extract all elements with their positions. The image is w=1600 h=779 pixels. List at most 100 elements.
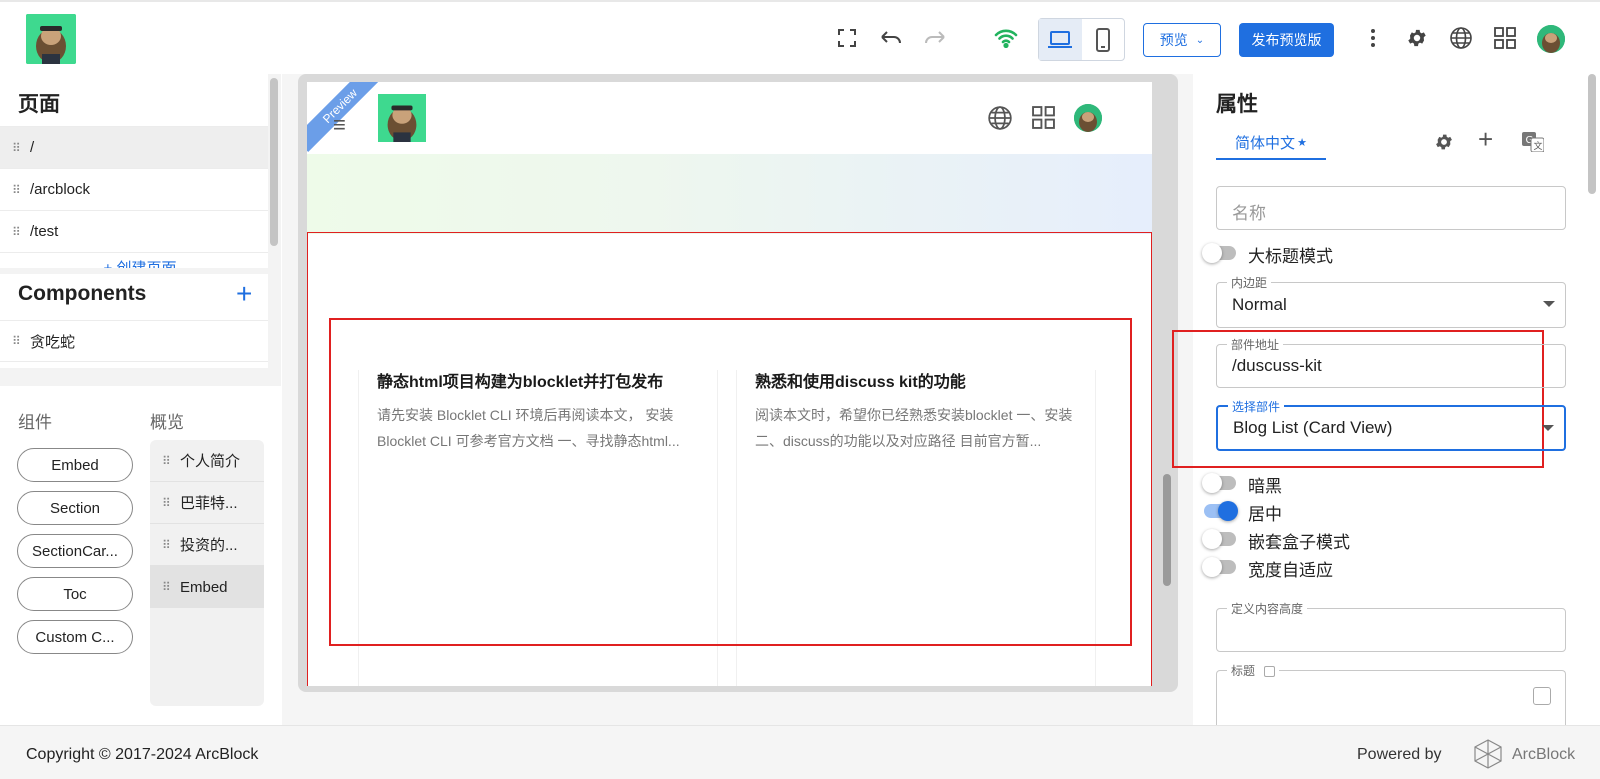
footer: Copyright © 2017-2024 ArcBlock Powered b… — [0, 725, 1600, 779]
settings-gear-icon[interactable] — [1403, 24, 1431, 52]
left-sidebar: 页面 ⠿ / ⠿ /arcblock ⠿ /test + 创建页面 Compon… — [0, 74, 281, 725]
auto-width-toggle[interactable] — [1202, 557, 1236, 577]
add-component-icon[interactable]: + — [236, 278, 252, 310]
name-input[interactable]: 名称 — [1216, 186, 1566, 230]
page-path: /test — [30, 223, 59, 240]
arcblock-brand-text: ArcBlock — [1512, 746, 1576, 763]
drag-handle-icon[interactable]: ⠿ — [162, 454, 180, 468]
nested-box-mode-toggle[interactable] — [1202, 529, 1236, 549]
heading-label-text: 标题 — [1231, 664, 1256, 678]
padding-value: Normal — [1232, 295, 1287, 314]
dark-mode-label: 暗黑 — [1248, 477, 1282, 496]
pages-scrollbar[interactable] — [270, 78, 278, 246]
overview-item[interactable]: ⠿ Embed — [150, 566, 264, 608]
apps-grid-icon[interactable] — [1491, 24, 1519, 52]
select-component-value: Blog List (Card View) — [1233, 418, 1393, 437]
dropdown-arrow-icon — [1543, 301, 1555, 307]
component-name: 贪吃蛇 — [30, 333, 76, 351]
components-title: Components — [18, 282, 147, 305]
component-path-value: /duscuss-kit — [1232, 356, 1322, 375]
component-path-label: 部件地址 — [1227, 336, 1284, 353]
component-item[interactable]: ⠿ 贪吃蛇 — [0, 320, 268, 362]
page-item-test[interactable]: ⠿ /test — [0, 210, 268, 252]
properties-scrollbar[interactable] — [1588, 74, 1596, 194]
preview-select[interactable]: 预览 ⌄ — [1143, 23, 1221, 57]
pages-title: 页面 — [18, 93, 60, 116]
drag-handle-icon[interactable]: ⠿ — [162, 496, 180, 510]
center-label: 居中 — [1248, 505, 1282, 524]
drag-handle-icon[interactable]: ⠿ — [162, 538, 180, 552]
select-component-dropdown[interactable]: 选择部件 Blog List (Card View) — [1216, 398, 1566, 451]
component-chip[interactable]: Section — [17, 491, 133, 525]
big-title-mode-label: 大标题模式 — [1248, 247, 1333, 266]
overview-item[interactable]: ⠿ 投资的... — [150, 524, 264, 566]
center-toggle[interactable] — [1204, 501, 1238, 521]
site-logo[interactable] — [378, 94, 426, 142]
component-chip[interactable]: Embed — [17, 448, 133, 482]
arcblock-logo-icon[interactable] — [1472, 738, 1504, 775]
create-page-button[interactable]: + 创建页面 — [0, 252, 268, 268]
pages-panel: 页面 ⠿ / ⠿ /arcblock ⠿ /test + 创建页面 — [0, 74, 268, 268]
drag-handle-icon[interactable]: ⠿ — [12, 334, 30, 348]
component-chip[interactable]: SectionCar... — [17, 534, 133, 568]
big-title-mode-toggle[interactable] — [1202, 243, 1236, 263]
dropdown-arrow-icon — [1542, 425, 1554, 431]
chevron-down-icon: ⌄ — [1195, 34, 1205, 46]
nested-box-mode-label: 嵌套盒子模式 — [1248, 533, 1350, 552]
content-height-input[interactable]: 定义内容高度 — [1216, 600, 1566, 652]
powered-by-text: Powered by — [1357, 746, 1442, 763]
name-placeholder: 名称 — [1232, 204, 1266, 223]
page-item-arcblock[interactable]: ⠿ /arcblock — [0, 168, 268, 210]
language-settings-gear-icon[interactable] — [1434, 132, 1454, 157]
site-globe-icon[interactable] — [987, 105, 1013, 136]
drag-handle-icon[interactable]: ⠿ — [162, 580, 180, 594]
mobile-view-button[interactable] — [1082, 19, 1125, 60]
library-panel: 组件 概览 Embed Section SectionCar... Toc Cu… — [0, 386, 281, 725]
undo-icon[interactable] — [877, 24, 905, 52]
redo-icon[interactable] — [921, 24, 949, 52]
more-vertical-icon[interactable] — [1359, 24, 1387, 52]
padding-select[interactable]: 内边距 Normal — [1216, 274, 1566, 328]
app-logo[interactable] — [26, 14, 76, 64]
site-apps-grid-icon[interactable] — [1032, 106, 1055, 134]
desktop-view-button[interactable] — [1039, 19, 1082, 60]
overview-item[interactable]: ⠿ 巴菲特... — [150, 482, 264, 524]
canvas-scrollbar[interactable] — [1163, 474, 1171, 586]
heading-checkbox[interactable] — [1264, 666, 1276, 678]
globe-icon[interactable] — [1447, 24, 1475, 52]
properties-title: 属性 — [1216, 93, 1258, 116]
overview-item[interactable]: ⠿ 个人简介 — [150, 440, 264, 482]
overview-item-label: 个人简介 — [180, 453, 241, 470]
add-language-icon[interactable]: + — [1478, 124, 1493, 155]
translate-icon[interactable]: G文 — [1522, 132, 1545, 157]
page-list: ⠿ / ⠿ /arcblock ⠿ /test + 创建页面 — [0, 126, 268, 268]
library-tab-overview[interactable]: 概览 — [150, 408, 184, 433]
drag-handle-icon[interactable]: ⠿ — [12, 183, 30, 197]
create-page-label: + 创建页面 — [104, 257, 177, 268]
user-avatar[interactable] — [1537, 25, 1565, 53]
auto-width-label: 宽度自适应 — [1248, 561, 1333, 580]
dark-mode-toggle[interactable] — [1202, 473, 1236, 493]
language-tab[interactable]: 简体中文 ★ — [1216, 126, 1326, 160]
page-item-root[interactable]: ⠿ / — [0, 126, 268, 168]
device-toggle — [1038, 18, 1125, 61]
component-path-input[interactable]: 部件地址 /duscuss-kit — [1216, 336, 1566, 388]
component-chip[interactable]: Custom C... — [17, 620, 133, 654]
component-chip[interactable]: Toc — [17, 577, 133, 611]
drag-handle-icon[interactable]: ⠿ — [12, 225, 30, 239]
component-chip-list: Embed Section SectionCar... Toc Custom C… — [17, 448, 133, 654]
editor-canvas-area: Preview ≡ 静态html项目构建为blocklet并打包发布 请先安装 … — [282, 74, 1193, 725]
ai-chip-icon[interactable] — [1533, 687, 1551, 705]
overview-item-label: 投资的... — [180, 537, 238, 554]
language-tab-label: 简体中文 — [1235, 134, 1296, 152]
hamburger-menu-icon[interactable]: ≡ — [333, 112, 346, 138]
library-tab-components[interactable]: 组件 — [18, 408, 52, 433]
preview-label: 预览 — [1159, 32, 1188, 48]
drag-handle-icon[interactable]: ⠿ — [12, 141, 30, 155]
overview-item-label: Embed — [180, 578, 228, 596]
fullscreen-icon[interactable] — [833, 24, 861, 52]
overview-item-label: 巴菲特... — [180, 495, 238, 512]
site-user-avatar[interactable] — [1074, 104, 1102, 132]
wifi-icon — [992, 24, 1020, 52]
publish-preview-button[interactable]: 发布预览版 — [1239, 23, 1334, 57]
